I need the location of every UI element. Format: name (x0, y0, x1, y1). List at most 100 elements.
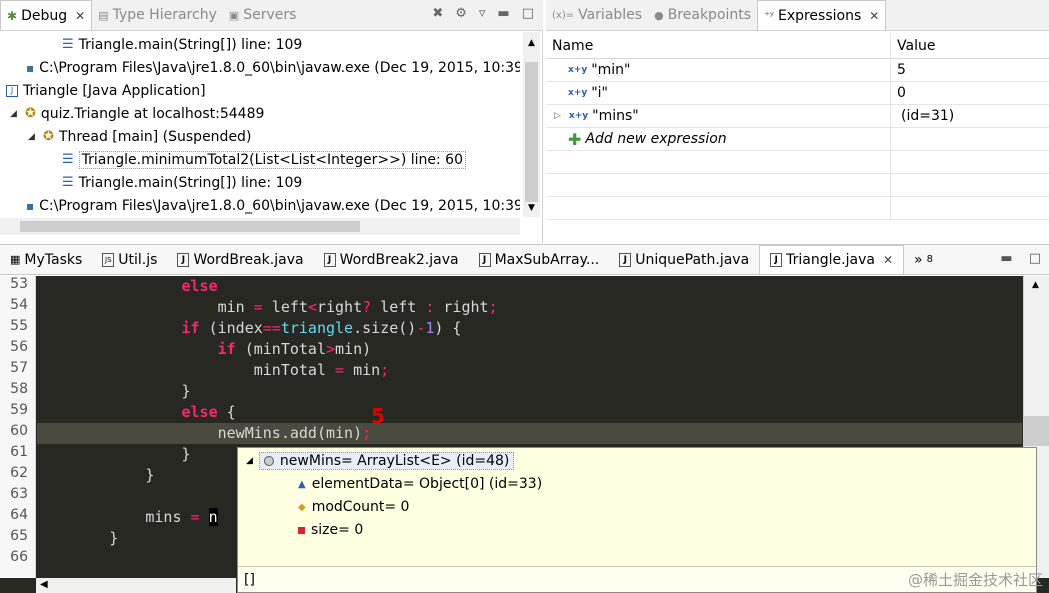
expressions-tab-strip: (x)= Variables ● Breakpoints ⁺ʸ Expressi… (546, 0, 1049, 31)
tree-item[interactable]: ☰ Triangle.minimumTotal2(List<List<Integ… (62, 148, 466, 171)
servers-icon: ▣ (228, 8, 240, 22)
debug-tree: ☰ Triangle.main(String[]) line: 109 ▪ C:… (0, 32, 520, 217)
line-number: 59 (10, 402, 28, 418)
scroll-left-icon[interactable]: ◀ (40, 579, 48, 590)
tab-wordbreak2[interactable]: J WordBreak2.java (314, 245, 469, 274)
stack-frame-icon: ☰ (62, 175, 74, 190)
close-icon[interactable]: ✕ (883, 253, 893, 267)
annotation-value: 5 (371, 404, 385, 428)
add-expression-row[interactable]: ✚ Add new expression (546, 128, 1049, 151)
expand-right-icon[interactable]: ▷ (554, 111, 561, 121)
watch-expression-icon: x+y (568, 87, 588, 98)
debug-view: ✱ Debug ✕ ▤ Type Hierarchy ▣ Servers ✖ ⚙… (0, 0, 543, 243)
debug-horizontal-scrollbar[interactable] (0, 218, 520, 235)
tab-breakpoints[interactable]: ● Breakpoints (648, 0, 757, 30)
java-file-icon: J (323, 252, 336, 267)
tab-overflow[interactable]: » 8 (904, 245, 943, 274)
tab-servers[interactable]: ▣ Servers (223, 0, 303, 30)
hover-root-row[interactable]: ◢ newMins= ArrayList<E> (id=48) (246, 450, 515, 472)
tab-wordbreak[interactable]: J WordBreak.java (167, 245, 313, 274)
tab-util-js[interactable]: JS Util.js (92, 245, 167, 274)
editor-horizontal-scrollbar[interactable]: ◀ (36, 578, 236, 593)
tree-item[interactable]: ☰ Triangle.main(String[]) line: 109 (62, 33, 302, 56)
tree-item[interactable]: ◢ ✪ Thread [main] (Suspended) (28, 125, 251, 148)
line-number: 53 (10, 276, 28, 292)
line-number: 54 (10, 297, 28, 313)
java-file-icon: J (177, 252, 190, 267)
line-number: 58 (10, 381, 28, 397)
scroll-thumb[interactable] (1024, 416, 1049, 446)
hover-child-row[interactable]: size= 0 (298, 519, 363, 541)
field-public-icon: ▲ (298, 478, 306, 490)
table-row (546, 174, 1049, 197)
java-app-icon: J (6, 84, 18, 97)
line-number: 60 (10, 423, 28, 439)
code-line: minTotal = min; (37, 361, 390, 379)
watermark: @稀土掘金技术社区 (907, 571, 1043, 589)
scroll-thumb[interactable] (525, 62, 538, 202)
table-row[interactable]: ▷ x+y "mins" (id=31) (546, 105, 1049, 128)
watch-expression-icon: x+y (568, 64, 588, 75)
tasks-icon: ▦ (10, 253, 21, 266)
tab-triangle[interactable]: J Triangle.java ✕ (759, 245, 904, 274)
editor-tab-strip: ▦ MyTasks JS Util.js J WordBreak.java J … (0, 244, 1049, 275)
expand-down-icon[interactable]: ◢ (28, 132, 38, 142)
stack-frame-icon: ☰ (62, 152, 74, 167)
expand-down-icon[interactable]: ◢ (246, 456, 253, 466)
line-number: 56 (10, 339, 28, 355)
java-exe-icon: ▪ (26, 60, 35, 75)
scroll-thumb[interactable] (20, 221, 360, 232)
table-row[interactable]: x+y "i" 0 (546, 82, 1049, 105)
line-number: 57 (10, 360, 28, 376)
remove-terminated-icon[interactable]: ✖ (432, 6, 443, 21)
table-row (546, 197, 1049, 220)
code-line: else { (181, 403, 236, 421)
debug-vertical-scrollbar[interactable]: ▲ ▼ (523, 32, 540, 217)
line-number: 65 (10, 528, 28, 544)
settings-icon[interactable]: ⚙ (455, 6, 467, 21)
code-line: } (37, 382, 191, 400)
scroll-up-icon[interactable]: ▲ (1032, 280, 1039, 290)
column-header-name[interactable]: Name (546, 33, 891, 58)
tree-item[interactable]: ▪ C:\Program Files\Java\jre1.8.0_60\bin\… (26, 194, 520, 217)
view-menu-icon[interactable]: ▿ (479, 6, 486, 21)
code-line: if (minTotal>min) (217, 340, 372, 358)
tab-type-hierarchy[interactable]: ▤ Type Hierarchy (92, 0, 223, 30)
tree-item[interactable]: ▪ C:\Program Files\Java\jre1.8.0_60\bin\… (26, 56, 520, 79)
tree-item[interactable]: ◢ ✪ quiz.Triangle at localhost:54489 (10, 102, 264, 125)
minimize-icon[interactable]: ▬ (497, 6, 509, 21)
table-row[interactable]: x+y "min" 5 (546, 59, 1049, 82)
minimize-icon[interactable]: ▬ (1000, 251, 1012, 266)
tab-mytasks[interactable]: ▦ MyTasks (0, 245, 92, 274)
tab-expressions[interactable]: ⁺ʸ Expressions ✕ (757, 0, 887, 30)
close-icon[interactable]: ✕ (869, 9, 879, 23)
close-icon[interactable]: ✕ (75, 9, 85, 23)
tree-item[interactable]: ☰ Triangle.main(String[]) line: 109 (62, 171, 302, 194)
tree-item[interactable]: J Triangle [Java Application] (6, 79, 206, 102)
maximize-icon[interactable]: □ (1029, 251, 1041, 266)
java-file-icon: J (619, 252, 632, 267)
line-number-gutter: 53 54 55 56 57 58 59 60 61 62 63 64 65 6… (0, 276, 36, 578)
expressions-view: (x)= Variables ● Breakpoints ⁺ʸ Expressi… (546, 0, 1049, 243)
scroll-up-icon[interactable]: ▲ (528, 38, 535, 48)
js-file-icon: JS (102, 252, 115, 267)
hover-child-row[interactable]: ◆ modCount= 0 (298, 496, 409, 518)
scroll-down-icon[interactable]: ▼ (528, 203, 535, 213)
field-private-icon (298, 526, 305, 534)
maximize-icon[interactable]: □ (522, 6, 534, 21)
expand-down-icon[interactable]: ◢ (10, 109, 20, 119)
tab-variables[interactable]: (x)= Variables (546, 0, 648, 30)
current-code-line: newMins.add(min); (37, 423, 1022, 444)
tab-debug[interactable]: ✱ Debug ✕ (0, 0, 93, 30)
watch-expression-icon: x+y (568, 110, 589, 121)
table-header: Name Value (546, 33, 1049, 59)
java-file-icon: J (770, 253, 783, 267)
hover-child-row[interactable]: ▲ elementData= Object[0] (id=33) (298, 473, 542, 495)
column-header-value[interactable]: Value (891, 38, 935, 54)
tab-uniquepath[interactable]: J UniquePath.java (609, 245, 759, 274)
tab-maxsubarray[interactable]: J MaxSubArray... (469, 245, 610, 274)
line-number: 62 (10, 465, 28, 481)
line-number: 66 (10, 549, 28, 565)
line-number: 55 (10, 318, 28, 334)
debug-target-icon: ✪ (25, 106, 36, 121)
